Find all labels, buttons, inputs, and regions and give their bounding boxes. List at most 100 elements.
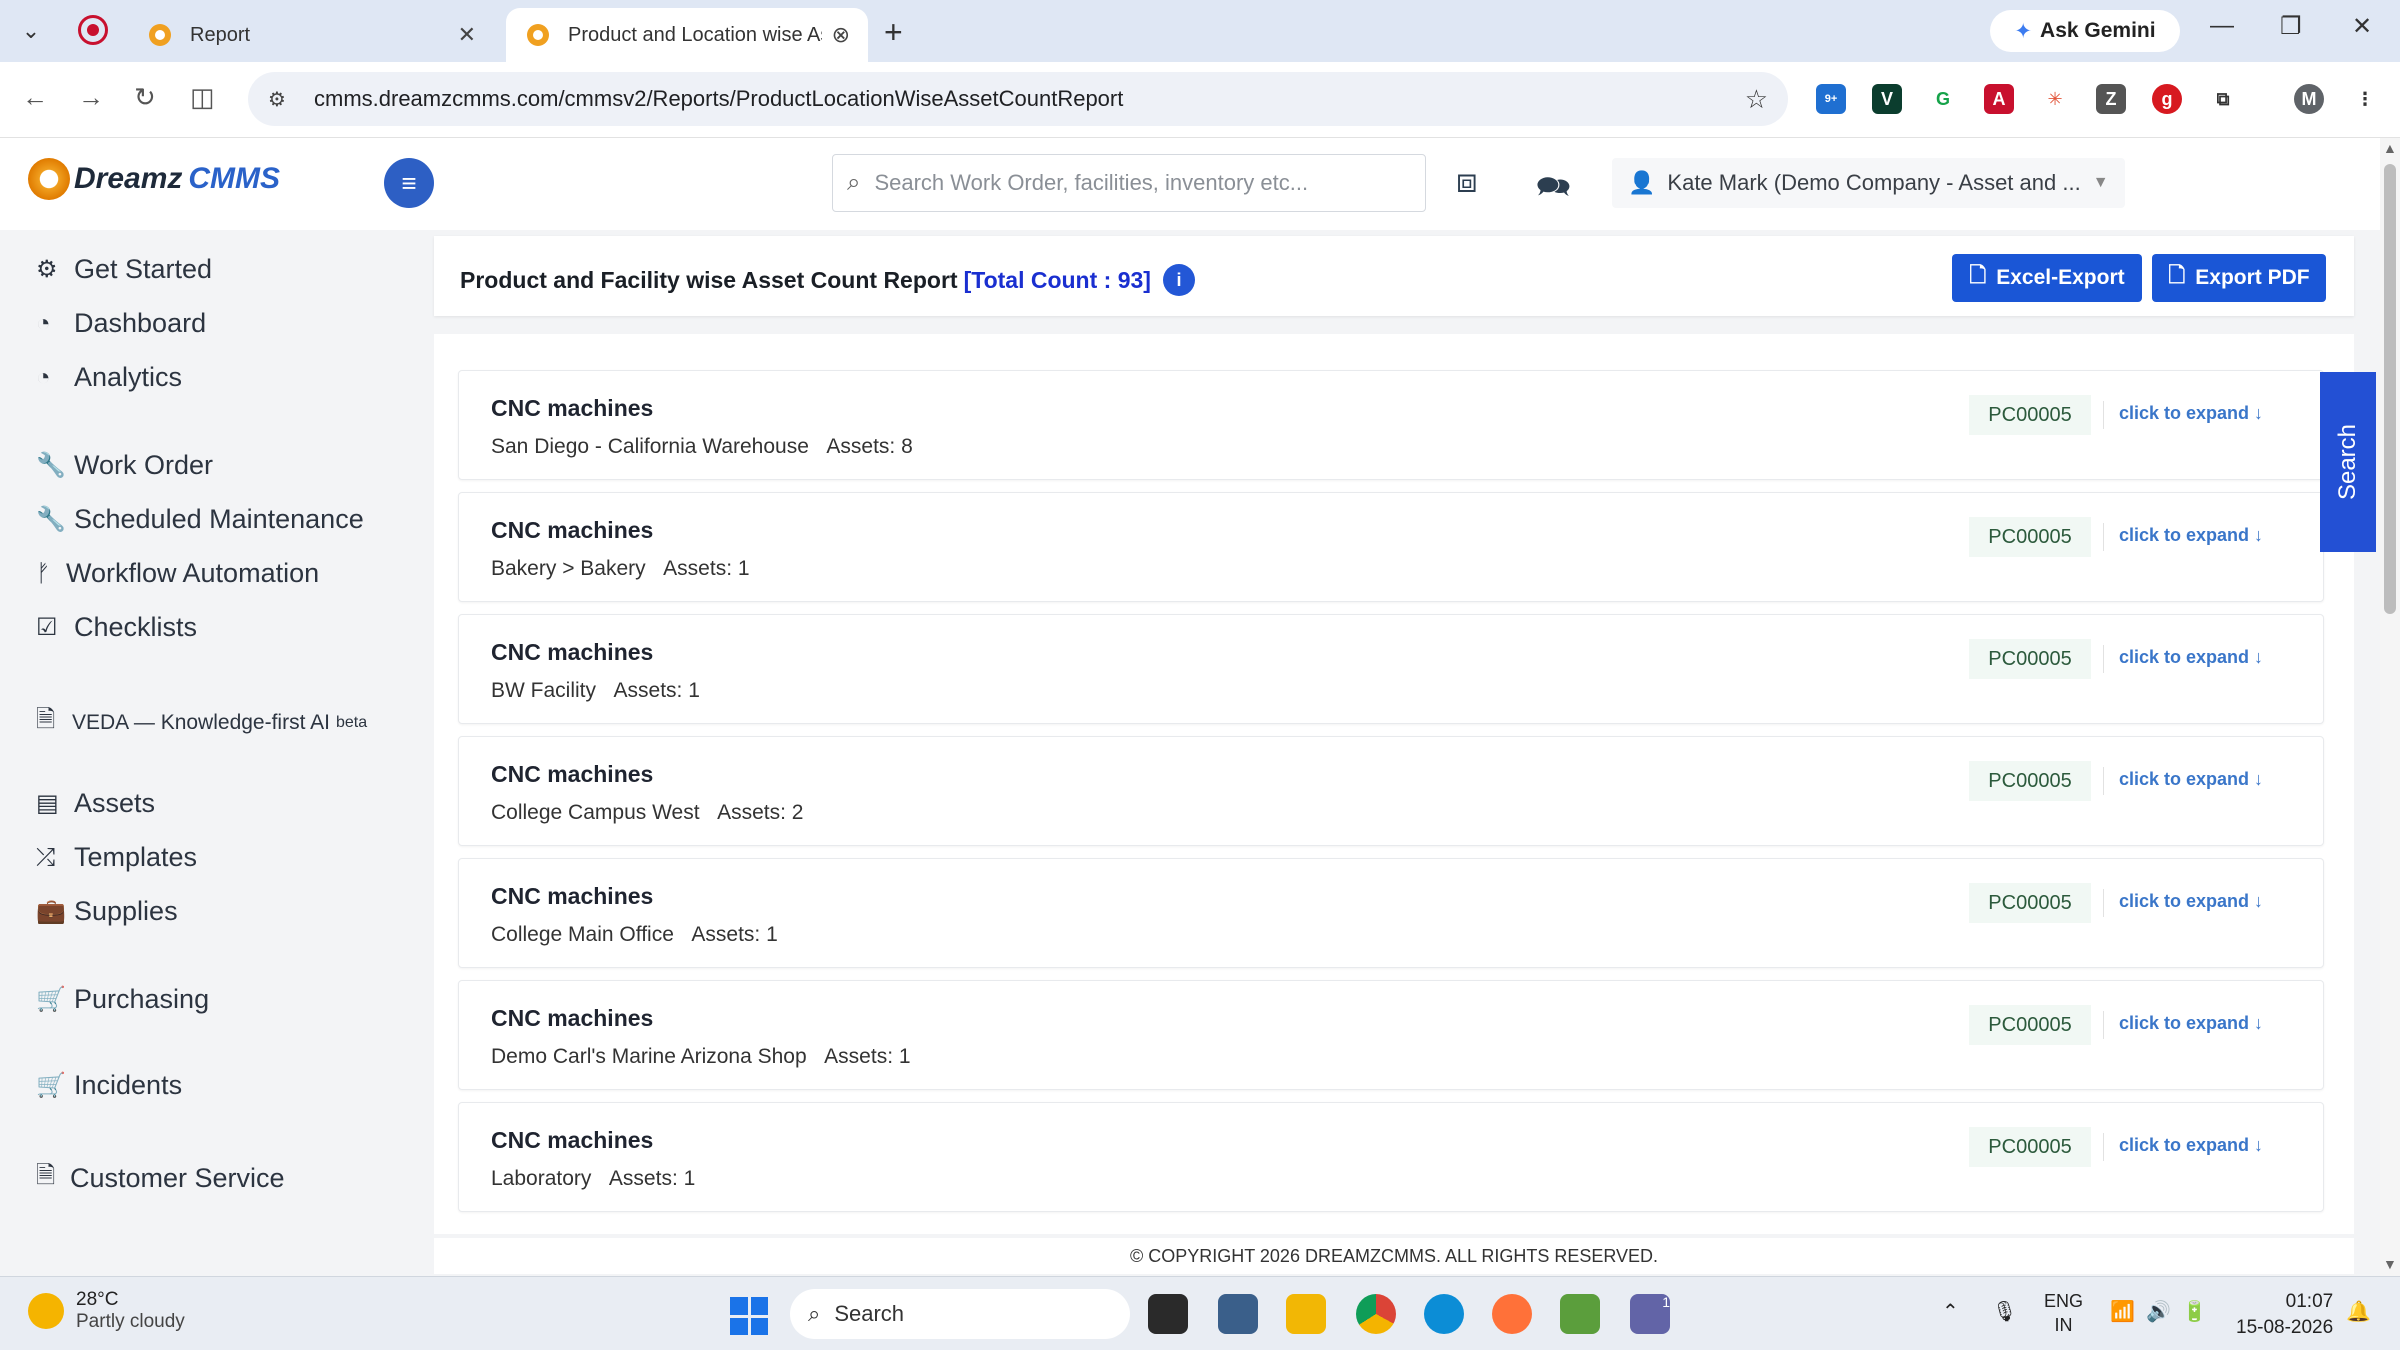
list-item[interactable]: CNC machines BW Facility Assets: 1 PC000…: [458, 614, 2324, 724]
notification-bell-icon[interactable]: 🔔: [2346, 1299, 2371, 1324]
minimize-icon[interactable]: —: [2210, 12, 2234, 40]
global-search[interactable]: ⌕: [832, 154, 1426, 212]
chrome-icon[interactable]: [1356, 1294, 1396, 1334]
sidebar-item-supplies[interactable]: 💼 Supplies: [36, 896, 178, 927]
address-bar[interactable]: ⚙ cmms.dreamzcmms.com/cmmsv2/Reports/Pro…: [248, 72, 1788, 126]
scroll-down-icon[interactable]: ▼: [2383, 1256, 2397, 1272]
wifi-icon[interactable]: 📶: [2110, 1299, 2135, 1324]
record-icon[interactable]: [78, 15, 108, 45]
extension-badge-icon[interactable]: 9+: [1816, 84, 1846, 114]
excel-export-button[interactable]: 🗋 Excel-Export: [1952, 254, 2142, 302]
app-icon[interactable]: [1218, 1294, 1258, 1334]
sidebar-item-label: Analytics: [74, 362, 183, 392]
list-item[interactable]: CNC machines College Main Office Assets:…: [458, 858, 2324, 968]
sidebar-item-customer-service[interactable]: 🗎 Customer Service: [36, 1158, 285, 1199]
sidebar-item-checklists[interactable]: ☑ Checklists: [36, 612, 197, 643]
menu-toggle-button[interactable]: ≡: [384, 158, 434, 208]
expand-link[interactable]: click to expand ↓: [2119, 647, 2263, 668]
document-icon: 🗎: [36, 706, 56, 733]
product-name: CNC machines: [491, 395, 654, 421]
site-settings-icon[interactable]: ⚙: [268, 87, 300, 112]
teams-icon[interactable]: 1: [1630, 1294, 1670, 1334]
edge-icon[interactable]: [1424, 1294, 1464, 1334]
expand-link[interactable]: click to expand ↓: [2119, 1135, 2263, 1156]
dreamz-logo[interactable]: Dreamz CMMS: [28, 158, 280, 200]
extension-pdf-icon[interactable]: A: [1984, 84, 2014, 114]
restore-icon[interactable]: ❐: [2280, 12, 2302, 41]
back-icon[interactable]: ←: [22, 82, 48, 113]
sidebar-item-dashboard[interactable]: ◔ Dashboard: [36, 308, 206, 339]
chat-icon[interactable]: 🗪: [1536, 166, 1571, 214]
spreadsheet-app-icon[interactable]: [1560, 1294, 1600, 1334]
logo-text-cmms: CMMS: [188, 162, 281, 195]
extensions-puzzle-icon[interactable]: ⧉: [2208, 84, 2238, 114]
expand-link[interactable]: click to expand ↓: [2119, 891, 2263, 912]
browser-tab-current[interactable]: Product and Location wise Asse ⊗: [506, 8, 868, 62]
sidebar-item-analytics[interactable]: ◔ Analytics: [36, 362, 182, 393]
extension-grammar-icon[interactable]: G: [1928, 84, 1958, 114]
windows-start-icon[interactable]: [730, 1297, 768, 1335]
language-indicator[interactable]: ENG IN: [2044, 1289, 2083, 1337]
report-list: CNC machines San Diego - California Ware…: [434, 334, 2354, 1234]
new-tab-button[interactable]: +: [884, 14, 903, 51]
browser-tab-report[interactable]: Report ✕: [128, 8, 494, 62]
list-item[interactable]: CNC machines San Diego - California Ware…: [458, 370, 2324, 480]
file-icon: 🗋: [2168, 263, 2186, 287]
scrollbar-thumb[interactable]: [2384, 164, 2396, 614]
profile-avatar[interactable]: M: [2294, 84, 2324, 114]
ask-gemini-button[interactable]: ✦ Ask Gemini: [1990, 10, 2180, 52]
reload-icon[interactable]: ↻: [134, 82, 156, 113]
expand-link[interactable]: click to expand ↓: [2119, 403, 2263, 424]
forward-icon[interactable]: →: [78, 82, 104, 113]
expand-link[interactable]: click to expand ↓: [2119, 769, 2263, 790]
system-clock[interactable]: 01:07 15-08-2026: [2236, 1289, 2333, 1341]
split-view-icon[interactable]: ◫: [190, 82, 215, 113]
list-item[interactable]: CNC machines Demo Carl's Marine Arizona …: [458, 980, 2324, 1090]
tray-chevron-up-icon[interactable]: ⌃: [1942, 1299, 1959, 1324]
list-item[interactable]: CNC machines College Campus West Assets:…: [458, 736, 2324, 846]
tab-search-chevron-icon[interactable]: ⌄: [14, 14, 48, 48]
microphone-icon[interactable]: 🎙: [1992, 1299, 2017, 1324]
volume-icon[interactable]: 🔊: [2146, 1299, 2171, 1324]
expand-link[interactable]: click to expand ↓: [2119, 1013, 2263, 1034]
battery-icon[interactable]: 🔋: [2182, 1299, 2207, 1324]
close-tab-icon[interactable]: ✕: [458, 22, 476, 48]
task-view-icon[interactable]: [1148, 1294, 1188, 1334]
export-pdf-button[interactable]: 🗋 Export PDF: [2152, 254, 2326, 302]
list-item[interactable]: CNC machines Bakery > Bakery Assets: 1 P…: [458, 492, 2324, 602]
extension-z-icon[interactable]: Z: [2096, 84, 2126, 114]
user-menu[interactable]: 👤 Kate Mark (Demo Company - Asset and ..…: [1612, 158, 2125, 208]
close-window-icon[interactable]: ✕: [2352, 12, 2372, 41]
list-item[interactable]: CNC machines Laboratory Assets: 1 PC0000…: [458, 1102, 2324, 1212]
page-scrollbar[interactable]: ▲ ▼: [2380, 138, 2400, 1276]
sidebar-item-get-started[interactable]: ⚙ Get Started: [36, 254, 212, 285]
extension-asterisk-icon[interactable]: ✳: [2040, 84, 2070, 114]
weather-widget[interactable]: 28°C Partly cloudy: [28, 1289, 185, 1333]
scroll-up-icon[interactable]: ▲: [2383, 140, 2397, 156]
excel-export-label: Excel-Export: [1996, 266, 2125, 289]
scan-qr-icon[interactable]: ⧈: [1456, 162, 1478, 201]
search-panel-tab[interactable]: Search: [2320, 372, 2376, 552]
url-text[interactable]: cmms.dreamzcmms.com/cmmsv2/Reports/Produ…: [314, 86, 1123, 112]
sidebar-item-work-order[interactable]: 🔧 Work Order: [36, 450, 213, 481]
browser-menu-icon[interactable]: ⋮: [2350, 84, 2380, 114]
extension-v-icon[interactable]: V: [1872, 84, 1902, 114]
asset-count: Assets: 8: [826, 435, 913, 458]
sidebar-item-purchasing[interactable]: 🛒 Purchasing: [36, 984, 209, 1015]
file-explorer-icon[interactable]: [1286, 1294, 1326, 1334]
info-icon[interactable]: i: [1162, 264, 1195, 296]
sidebar-item-templates[interactable]: ⤮ Templates: [36, 842, 197, 873]
sidebar-item-scheduled-maintenance[interactable]: 🔧 Scheduled Maintenance: [36, 504, 364, 535]
close-tab-icon[interactable]: ⊗: [832, 22, 850, 48]
sidebar-item-assets[interactable]: ▤ Assets: [36, 788, 155, 819]
firefox-icon[interactable]: [1492, 1294, 1532, 1334]
sidebar-item-workflow-automation[interactable]: ᚠ Workflow Automation: [36, 558, 319, 589]
sidebar-item-incidents[interactable]: 🛒 Incidents: [36, 1070, 182, 1101]
bookmark-star-icon[interactable]: ☆: [1745, 84, 1768, 115]
taskbar-search[interactable]: ⌕ Search: [790, 1289, 1130, 1339]
sidebar-item-label: Customer Service: [70, 1163, 285, 1193]
extension-g-icon[interactable]: g: [2152, 84, 2182, 114]
expand-link[interactable]: click to expand ↓: [2119, 525, 2263, 546]
global-search-input[interactable]: [874, 170, 1395, 196]
sidebar-item-veda[interactable]: 🗎 VEDA — Knowledge-first AI beta: [36, 702, 367, 743]
